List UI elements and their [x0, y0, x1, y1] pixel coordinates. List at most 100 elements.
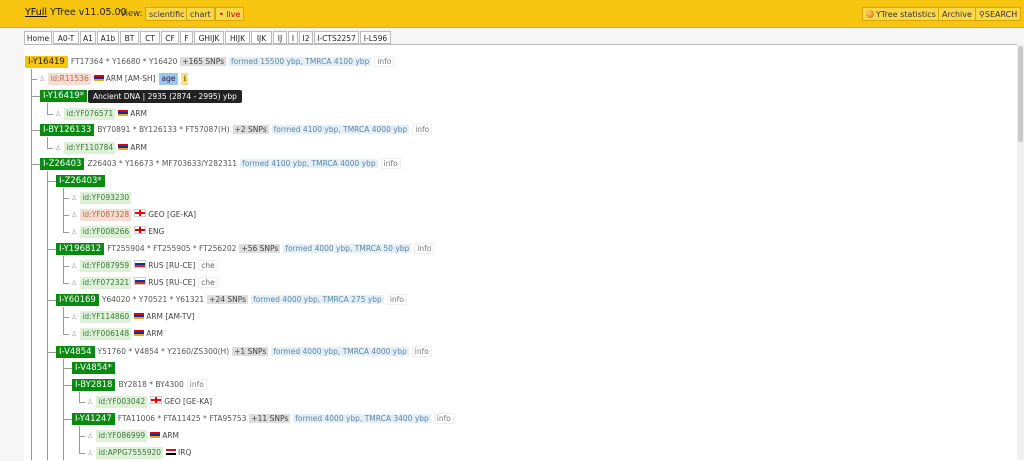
snp-count[interactable]: +24 SNPs [207, 295, 249, 304]
sample-id[interactable]: id:YF114860 [80, 311, 132, 323]
tree-line [63, 419, 72, 420]
haplogroup-node[interactable]: I-V4854* [72, 362, 115, 374]
info-link[interactable]: info [433, 413, 454, 424]
tab-cf[interactable]: CF [161, 31, 179, 44]
sample-id[interactable]: id:YF006148 [80, 328, 132, 340]
sample-id[interactable]: id:YF093230 [80, 192, 132, 204]
sample-row: ♙ id:YF110784 ARM [55, 142, 147, 154]
info-link[interactable]: info [186, 379, 207, 390]
person-icon: ♙ [71, 279, 78, 287]
tree-line [47, 114, 53, 115]
scrollbar-thumb[interactable] [1018, 46, 1023, 142]
tab-i-cts2257[interactable]: I-CTS2257 [314, 31, 359, 44]
snp-list: BY2818 * BY4300 [118, 380, 184, 389]
archive-button[interactable]: Archive [938, 7, 976, 21]
sample-id[interactable]: id:APPG7555920 [96, 447, 164, 459]
snp-count[interactable]: +1 SNPs [232, 347, 269, 356]
snp-list: FT17364 * Y16680 * Y16420 [70, 57, 178, 66]
info-link[interactable]: info [380, 158, 401, 169]
person-icon: ♙ [71, 262, 78, 270]
flag-icon [118, 110, 129, 116]
sample-id[interactable]: id:YF110784 [64, 142, 116, 154]
snp-list: Y64020 * Y70521 * Y61321 [101, 295, 205, 304]
sample-id[interactable]: id:YF003042 [96, 396, 148, 408]
app-title: YFull YTree v11.05.00 [25, 7, 127, 18]
tree-line [47, 352, 56, 353]
haplogroup-node[interactable]: I-Y16419 [25, 56, 68, 68]
snp-list: Y51760 * V4854 * Y2160/ZS300(H) [97, 347, 230, 356]
sample-row: ♙ id:R11536 ARM [AM-SH] age ℹ [39, 73, 189, 85]
tree-node-row: I-Y60169 Y64020 * Y70521 * Y61321 +24 SNPs… [56, 294, 407, 306]
info-link[interactable]: info [386, 294, 407, 305]
age-estimate: formed 4000 ybp, TMRCA 50 ybp [283, 244, 412, 253]
tab-ijk[interactable]: IJK [251, 31, 272, 44]
top-bar: YFull YTree v11.05.00 View: scientific c… [0, 0, 1024, 28]
tab-a1b[interactable]: A1b [97, 31, 119, 44]
tab-ghijk[interactable]: GHIJK [194, 31, 224, 44]
country-label: ENG [148, 227, 165, 236]
tab-hijk[interactable]: HIJK [225, 31, 250, 44]
search-label: SEARCH [984, 10, 1018, 19]
flag-icon [118, 144, 129, 150]
yfull-link[interactable]: YFull [25, 7, 47, 18]
tab-i[interactable]: I [288, 31, 298, 44]
view-scientific-button[interactable]: scientific [145, 7, 189, 21]
info-icon[interactable]: ℹ [181, 73, 189, 85]
tab-f[interactable]: F [180, 31, 193, 44]
snp-count[interactable]: +165 SNPs [180, 57, 227, 66]
snp-list: BY70891 * BY126133 * FT57087(H) [97, 125, 230, 134]
tab-home[interactable]: Home [24, 31, 52, 44]
snp-count[interactable]: +2 SNPs [232, 125, 269, 134]
age-badge[interactable]: age [158, 73, 179, 85]
tree-line [63, 359, 64, 460]
subgroup-tag: che [198, 260, 218, 271]
flag-icon [134, 313, 145, 319]
sample-row: ♙ id:YF086999 ARM [87, 430, 179, 442]
haplogroup-node[interactable]: I-V4854 [56, 346, 95, 358]
sample-id[interactable]: id:R11536 [48, 73, 91, 85]
country-label: ARM [130, 143, 148, 152]
view-chart-button[interactable]: chart [186, 7, 215, 21]
tab-i2[interactable]: I2 [299, 31, 313, 44]
haplogroup-node[interactable]: I-Y196812 [56, 243, 105, 255]
snp-count[interactable]: +56 SNPs [239, 244, 281, 253]
country-label: RUS [RU-CE] [148, 278, 196, 287]
country-label: ARM [146, 329, 164, 338]
haplogroup-node[interactable]: I-BY2818 [72, 379, 116, 391]
ytree-statistics-button[interactable]: YTree statistics [862, 7, 940, 21]
tree-line [79, 402, 85, 403]
tab-a0-t[interactable]: A0-T [53, 31, 79, 44]
haplogroup-node[interactable]: I-Y16419* [40, 90, 88, 102]
tab-ij[interactable]: IJ [273, 31, 287, 44]
sample-id[interactable]: id:YF086999 [96, 430, 148, 442]
scrollbar[interactable] [1017, 44, 1024, 460]
tab-bt[interactable]: BT [120, 31, 139, 44]
haplogroup-node[interactable]: I-Z26403* [56, 175, 105, 187]
sample-id[interactable]: id:YF087959 [80, 260, 132, 272]
info-link[interactable]: info [412, 124, 433, 135]
info-link[interactable]: info [414, 243, 435, 254]
sample-id[interactable]: id:YF008266 [80, 226, 132, 238]
view-label: View: [120, 9, 143, 19]
search-button[interactable]: ⚲SEARCH [975, 7, 1022, 21]
info-link[interactable]: info [374, 56, 395, 67]
flag-icon [134, 277, 147, 285]
view-live-button[interactable]: • live [215, 7, 245, 21]
tab-i-l596[interactable]: I-L596 [360, 31, 391, 44]
country-label: RUS [RU-CE] [148, 261, 196, 270]
snp-count[interactable]: +11 SNPs [249, 414, 291, 423]
haplogroup-node[interactable]: I-Z26403 [40, 158, 85, 170]
tree-line [47, 171, 48, 460]
haplogroup-node[interactable]: I-BY126133 [40, 124, 95, 136]
app-version: YTree v11.05.00 [50, 7, 127, 18]
sample-id[interactable]: id:YF076571 [64, 108, 116, 120]
tree-line [63, 188, 64, 232]
tab-a1[interactable]: A1 [80, 31, 96, 44]
tab-ct[interactable]: CT [140, 31, 160, 44]
haplogroup-node[interactable]: I-Y41247 [72, 413, 115, 425]
sample-id[interactable]: id:YF087328 [80, 209, 132, 221]
info-link[interactable]: info [411, 346, 432, 357]
sample-row: ♙ id:YF072321 RUS [RU-CE] che [71, 277, 218, 289]
sample-id[interactable]: id:YF072321 [80, 277, 132, 289]
haplogroup-node[interactable]: I-Y60169 [56, 294, 99, 306]
